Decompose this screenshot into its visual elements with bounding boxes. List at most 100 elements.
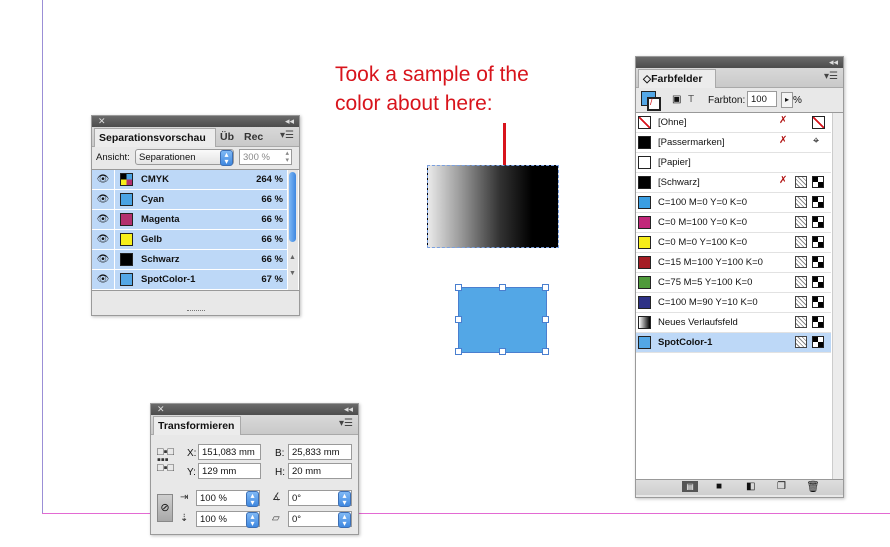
selection-handle[interactable]	[542, 284, 549, 291]
tint-field[interactable]: 100	[747, 91, 777, 107]
scroll-up-icon[interactable]: ▲	[289, 254, 296, 261]
panel-menu-icon[interactable]: ▾☰	[280, 130, 294, 141]
panel-tab-row: ◇Farbfelder ▾☰	[636, 68, 843, 88]
swatch-row[interactable]: C=75 M=5 Y=100 K=0	[636, 273, 831, 293]
column-divider	[114, 270, 115, 289]
separation-name: Gelb	[141, 234, 163, 245]
new-swatch-icon[interactable]: ❐	[777, 481, 786, 492]
close-icon[interactable]: ✕	[98, 116, 106, 127]
scroll-down-icon[interactable]: ▼	[289, 270, 296, 277]
visibility-eye-icon[interactable]: 👁	[96, 253, 110, 266]
rotation-field[interactable]: 0° ▴ ▾	[288, 490, 352, 507]
visibility-eye-icon[interactable]: 👁	[96, 233, 110, 246]
swatch-name: SpotColor-1	[658, 337, 713, 348]
none-swatch-icon	[812, 116, 825, 129]
swatch-color-chip	[638, 216, 651, 229]
gradient-rectangle[interactable]	[427, 165, 559, 248]
selection-handle[interactable]	[542, 316, 549, 323]
show-gradient-swatches-icon[interactable]: ◧	[746, 481, 755, 492]
swatch-row[interactable]: C=100 M=90 Y=10 K=0	[636, 293, 831, 313]
scale-x-field[interactable]: 100 % ▴ ▾	[196, 490, 260, 507]
swatch-row[interactable]: Neues Verlaufsfeld	[636, 313, 831, 333]
show-all-swatches-icon[interactable]: ▤	[682, 481, 698, 492]
reference-point-icon[interactable]: □▪□ ▪▪▪ □▪□	[157, 447, 174, 474]
shear-field[interactable]: 0° ▴ ▾	[288, 511, 352, 528]
separation-coverage: 264 %	[256, 174, 283, 185]
swatch-row[interactable]: C=100 M=0 Y=0 K=0	[636, 193, 831, 213]
tint-slider-arrow-icon[interactable]: ▸	[781, 92, 793, 108]
view-select[interactable]: Separationen ▴ ▾	[135, 149, 234, 166]
tab-recent[interactable]: Rec	[240, 128, 267, 146]
stroke-color-icon[interactable]: /	[647, 97, 661, 111]
separation-row[interactable]: 👁 SpotColor-1 67 %	[92, 270, 287, 290]
swatch-row[interactable]: C=0 M=0 Y=100 K=0	[636, 233, 831, 253]
swatch-row[interactable]: [Papier]	[636, 153, 831, 173]
scale-y-field[interactable]: 100 % ▴ ▾	[196, 511, 260, 528]
dropdown-arrows-icon[interactable]: ▴ ▾	[246, 491, 259, 507]
width-label: B:	[275, 448, 285, 459]
zoom-field[interactable]: 300 % ▴ ▾	[239, 149, 292, 165]
visibility-eye-icon[interactable]: 👁	[96, 173, 110, 186]
format-text-icon[interactable]: T	[688, 94, 694, 105]
panel-titlebar: ◂◂	[636, 57, 843, 68]
swatch-row[interactable]: C=0 M=100 Y=0 K=0	[636, 213, 831, 233]
selection-handle[interactable]	[499, 284, 506, 291]
selection-handle[interactable]	[455, 348, 462, 355]
x-position-field[interactable]: 151,083 mm	[198, 444, 261, 460]
separation-row[interactable]: 👁 CMYK 264 %	[92, 170, 287, 190]
delete-swatch-icon[interactable]: 🗑	[806, 480, 820, 493]
panel-menu-icon[interactable]: ▾☰	[339, 418, 353, 429]
visibility-eye-icon[interactable]: 👁	[96, 273, 110, 286]
swatch-row[interactable]: C=15 M=100 Y=100 K=0	[636, 253, 831, 273]
non-editable-icon: ✗	[779, 135, 788, 146]
separation-row[interactable]: 👁 Schwarz 66 %	[92, 250, 287, 270]
separation-row[interactable]: 👁 Magenta 66 %	[92, 210, 287, 230]
swatch-row[interactable]: [Ohne] ✗	[636, 113, 831, 133]
scrollbar[interactable]: ▲ ▼	[288, 170, 298, 290]
scale-y-icon: ⇣	[180, 513, 189, 524]
dropdown-arrows-icon[interactable]: ▴ ▾	[246, 512, 259, 528]
view-controls: Ansicht: Separationen ▴ ▾ 300 % ▴ ▾	[92, 147, 299, 167]
selection-handle[interactable]	[455, 284, 462, 291]
cmyk-mode-icon	[812, 176, 824, 188]
dropdown-arrows-icon[interactable]: ▴ ▾	[338, 491, 351, 507]
swatch-row[interactable]: SpotColor-1	[636, 333, 831, 353]
collapse-icon[interactable]: ◂◂	[829, 57, 838, 68]
tab-overprint[interactable]: Üb	[216, 128, 238, 146]
tab-swatches[interactable]: ◇Farbfelder	[638, 69, 716, 88]
selection-handle[interactable]	[455, 316, 462, 323]
separation-row[interactable]: 👁 Cyan 66 %	[92, 190, 287, 210]
swatch-list: [Ohne] ✗ [Passermarken] ✗ ⌖ [Papier] [Schwarz]…	[636, 112, 843, 480]
selection-handle[interactable]	[499, 348, 506, 355]
panel-menu-icon[interactable]: ▾☰	[824, 71, 838, 82]
close-icon[interactable]: ✕	[157, 404, 165, 415]
panel-titlebar: ✕ ◂◂	[151, 404, 358, 415]
swatch-color-chip	[638, 336, 651, 349]
width-field[interactable]: 25,833 mm	[288, 444, 352, 460]
dropdown-arrows-icon[interactable]: ▴ ▾	[338, 512, 351, 528]
tab-separations-preview[interactable]: Separationsvorschau	[94, 128, 216, 147]
separation-color-swatch	[120, 173, 133, 186]
tab-transform[interactable]: Transformieren	[153, 416, 241, 435]
spot-color-rectangle[interactable]	[458, 287, 547, 353]
swatch-color-chip	[638, 276, 651, 289]
collapse-icon[interactable]: ◂◂	[344, 404, 353, 415]
scrollbar-thumb[interactable]	[289, 172, 296, 242]
separation-row[interactable]: 👁 Gelb 66 %	[92, 230, 287, 250]
swatches-panel: ◂◂ ◇Farbfelder ▾☰ / ▣ T Farbton: 100 ▸ %…	[635, 56, 844, 498]
constrain-proportions-icon[interactable]: ⊘	[157, 494, 173, 522]
show-color-swatches-icon[interactable]: ■	[716, 481, 722, 492]
resize-grip[interactable]	[187, 310, 205, 313]
collapse-icon[interactable]: ◂◂	[285, 116, 294, 127]
visibility-eye-icon[interactable]: 👁	[96, 193, 110, 206]
swatch-row[interactable]: [Schwarz] ✗	[636, 173, 831, 193]
rotation-value: 0°	[292, 493, 302, 504]
visibility-eye-icon[interactable]: 👁	[96, 213, 110, 226]
scrollbar[interactable]	[832, 113, 843, 479]
y-position-field[interactable]: 129 mm	[198, 463, 261, 479]
format-container-icon[interactable]: ▣	[672, 94, 681, 105]
selection-handle[interactable]	[542, 348, 549, 355]
swatch-row[interactable]: [Passermarken] ✗ ⌖	[636, 133, 831, 153]
height-field[interactable]: 20 mm	[288, 463, 352, 479]
column-divider	[114, 170, 115, 189]
